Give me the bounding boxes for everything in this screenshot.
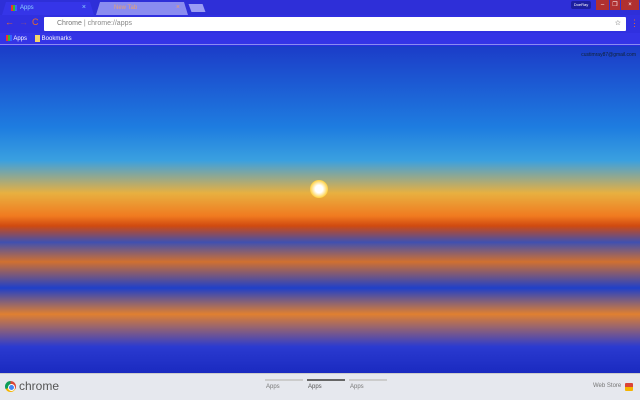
page-label[interactable]: Apps [308,384,322,390]
webstore-link[interactable]: Web Store [593,383,621,389]
tab-close-icon[interactable]: × [176,2,180,14]
page-indicator[interactable] [265,379,303,381]
url-text: chrome://apps [87,20,132,27]
minimize-button[interactable]: – [596,0,609,10]
page-indicator[interactable] [349,379,387,381]
page-indicator-active[interactable] [307,379,345,381]
tab-strip: Apps × New Tab × DoeRay – ❐ × [0,0,640,15]
tab-label: Apps [20,5,34,11]
bookmark-label: Bookmarks [41,36,72,42]
sun [310,180,328,198]
site-label: Chrome [57,20,82,27]
bookmark-apps[interactable]: Apps [6,33,27,45]
apps-footer: chrome Apps Apps Apps Web Store [0,373,640,400]
new-tab-button[interactable] [188,4,206,12]
chrome-logo: chrome [5,379,59,393]
page-label[interactable]: Apps [350,384,364,390]
webstore-icon[interactable] [625,383,633,391]
apps-grid-icon [6,35,12,42]
restore-button[interactable]: ❐ [610,0,620,10]
menu-icon[interactable]: ⋮ [630,18,639,29]
tab-apps[interactable]: Apps × [2,2,94,15]
forward-button[interactable]: → [19,17,28,27]
page-label[interactable]: Apps [266,384,280,390]
tab-close-icon[interactable]: × [82,2,86,14]
apps-favicon-icon [11,5,17,11]
folder-icon [35,34,40,42]
profile-button[interactable]: DoeRay [571,1,591,9]
bookmarks-bar: Apps Bookmarks [0,33,640,45]
close-window-button[interactable]: × [621,0,639,10]
tab-label: New Tab [114,5,138,11]
address-bar[interactable]: Chrome | chrome://apps ☆ [44,17,626,31]
bookmark-label: Apps [13,36,28,42]
account-email[interactable]: custimray87@gmail.com [581,52,636,58]
reload-button[interactable]: C [32,17,39,27]
chrome-icon [5,380,16,392]
sunset-background [0,46,640,373]
tab-new-tab[interactable]: New Tab × [96,2,188,15]
bookmark-folder[interactable]: Bookmarks [35,33,72,45]
brand-text: chrome [19,379,60,393]
bookmark-star-icon[interactable]: ☆ [615,17,621,31]
back-button[interactable]: ← [5,17,14,27]
